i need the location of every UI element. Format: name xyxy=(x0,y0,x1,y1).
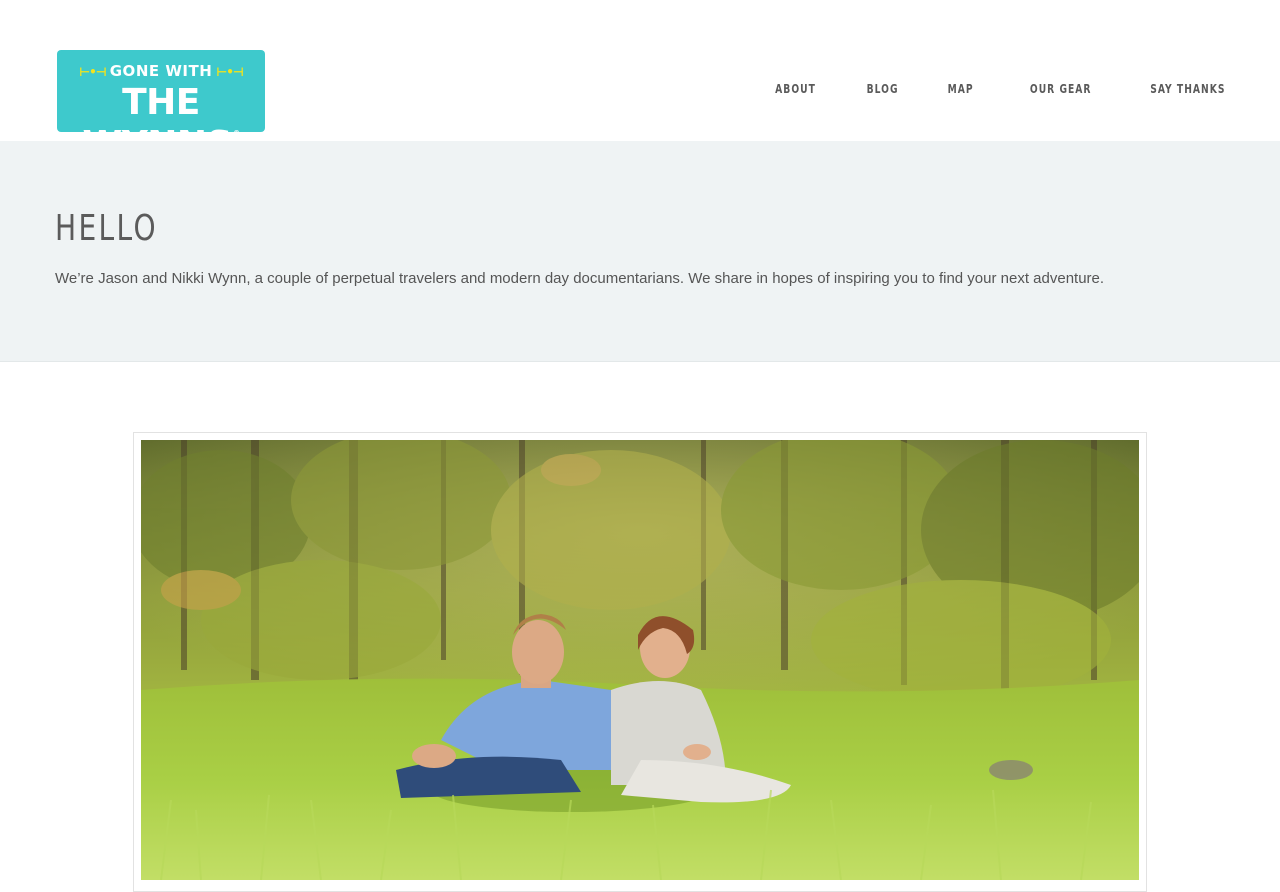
photo-illustration xyxy=(141,440,1139,880)
site-logo[interactable]: ⊢•⊣GONE WITH⊢•⊣ THE WYNNS® xyxy=(57,50,265,165)
intro-text: We’re Jason and Nikki Wynn, a couple of … xyxy=(55,270,1105,287)
nav-item-say-thanks[interactable]: SAY THANKS xyxy=(1150,80,1225,100)
page-title: HELLO xyxy=(55,208,158,249)
nav-item-map[interactable]: MAP xyxy=(948,80,974,100)
dumbbell-right-icon: ⊢•⊣ xyxy=(216,64,244,79)
nav-item-about[interactable]: ABOUT xyxy=(775,80,816,100)
logo-line-1: ⊢•⊣ GONE WITH ⊢•⊣ xyxy=(79,62,244,80)
registered-mark: ® xyxy=(232,129,240,137)
couple-photo xyxy=(141,440,1139,880)
photo-frame xyxy=(133,432,1147,892)
nav-item-our-gear[interactable]: OUR GEAR xyxy=(1030,80,1092,100)
dumbbell-left-icon: ⊢•⊣ xyxy=(79,64,107,79)
logo-line-2: THE WYNNS® xyxy=(83,82,240,165)
site-header: ⊢•⊣GONE WITH⊢•⊣ THE WYNNS® ABOUT BLOG MA… xyxy=(0,0,1280,165)
main-nav: ABOUT BLOG MAP OUR GEAR SAY THANKS xyxy=(723,80,1225,100)
cat-figure xyxy=(989,760,1033,780)
hero-section: HELLO We’re Jason and Nikki Wynn, a coup… xyxy=(0,141,1280,362)
nav-item-blog[interactable]: BLOG xyxy=(866,80,898,100)
